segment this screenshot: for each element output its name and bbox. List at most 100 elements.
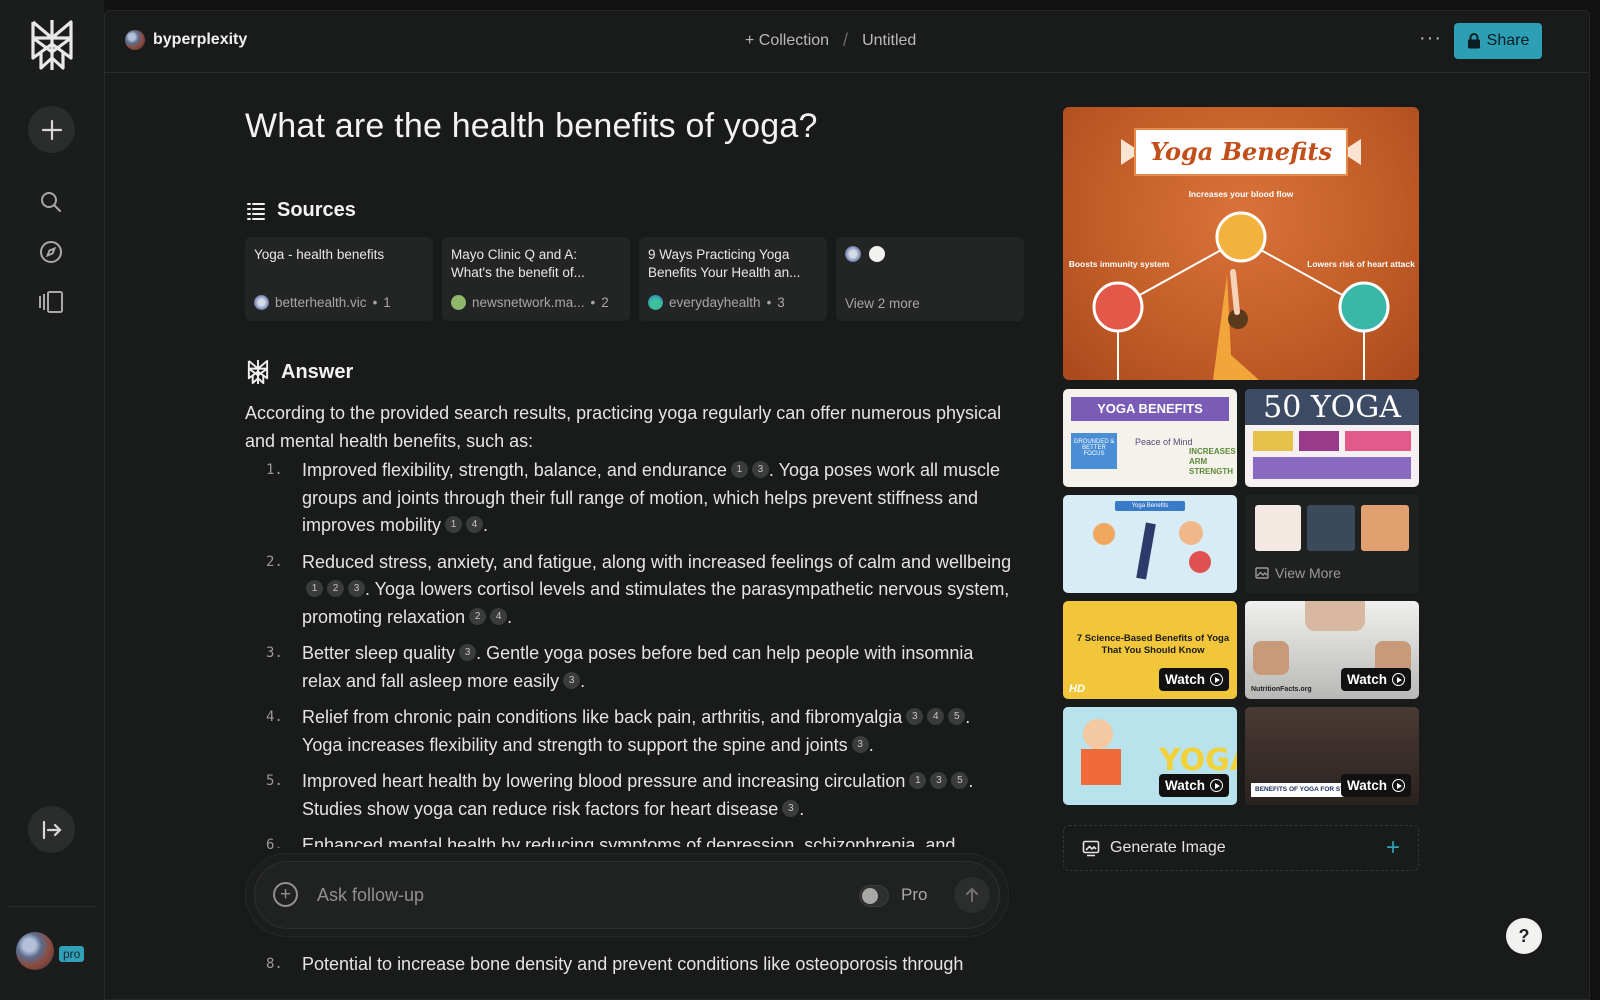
source-card[interactable]: Mayo Clinic Q and A: What's the benefit …	[442, 237, 630, 321]
perplexity-logo-icon[interactable]	[29, 18, 75, 72]
thumbnail-title: Yoga Benefits	[1115, 501, 1185, 511]
list-item: 5. Improved heart health by lowering bloo…	[245, 768, 1015, 823]
citation-badge[interactable]: 3	[459, 644, 477, 662]
generate-image-button[interactable]: Generate Image +	[1063, 825, 1419, 871]
breadcrumb: + Collection / Untitled	[745, 30, 916, 51]
list-item-number: 8.	[266, 956, 283, 972]
list-item: 2. Reduced stress, anxiety, and fatigue, …	[245, 549, 1015, 632]
sources-list-icon	[247, 202, 265, 220]
watch-button[interactable]: Watch	[1341, 668, 1411, 691]
list-item-text: .	[580, 670, 586, 691]
watch-button[interactable]: Watch	[1159, 774, 1229, 797]
citation-badge[interactable]: 3	[930, 772, 948, 790]
list-item-number: 5.	[266, 773, 283, 789]
yoga-benefits-thumbnail[interactable]: YOGA BENEFITS GROUNDED & BETTER FOCUS Pe…	[1063, 389, 1237, 487]
video-title: YOGA	[1159, 743, 1237, 778]
citation-badge[interactable]: 2	[469, 607, 487, 625]
thumbnail-tag: Peace of Mind	[1135, 437, 1193, 447]
expand-sidebar-button[interactable]	[28, 806, 75, 853]
citation-badge[interactable]: 3	[563, 671, 581, 689]
video-thumbnail[interactable]: YOGA Watch	[1063, 707, 1237, 805]
citation-badge[interactable]: 1	[730, 461, 748, 479]
source-title: Mayo Clinic Q and A: What's the benefit …	[451, 247, 585, 280]
thumbnail-title: YOGA BENEFITS	[1071, 397, 1229, 421]
citation-badge[interactable]: 5	[948, 708, 966, 726]
video-thumbnail[interactable]: NutritionFacts.org Watch	[1245, 601, 1419, 699]
list-item-number: 4.	[266, 709, 283, 725]
rail-divider	[8, 906, 96, 907]
answer-content: What are the health benefits of yoga? So…	[245, 107, 1024, 855]
citation-badge[interactable]: 1	[445, 516, 463, 534]
submit-button[interactable]	[954, 877, 990, 913]
follow-up-input[interactable]	[317, 877, 837, 913]
lock-icon	[1467, 33, 1480, 49]
breadcrumb-separator: /	[843, 30, 849, 50]
source-favicon-icon	[869, 246, 885, 262]
view-more-images[interactable]: View More	[1245, 495, 1419, 593]
view-more-label: View More	[1275, 565, 1341, 581]
perplexity-answer-icon	[247, 359, 269, 385]
discover-compass-icon[interactable]	[37, 238, 65, 266]
infographic-label-left: Boosts immunity system	[1069, 259, 1170, 269]
pro-toggle-label: Pro	[901, 885, 928, 904]
new-thread-button[interactable]	[28, 106, 75, 153]
user-profile[interactable]: byperplexity	[125, 30, 247, 50]
list-item-text: Reduced stress, anxiety, and fatigue, al…	[302, 551, 1012, 572]
citation-badge[interactable]: 2	[327, 580, 344, 598]
main-panel: byperplexity + Collection / Untitled ···…	[104, 10, 1590, 1000]
yoga-infographic-thumbnail[interactable]: Yoga Benefits	[1063, 495, 1237, 593]
share-label: Share	[1486, 32, 1530, 49]
stomach-icon	[1092, 281, 1144, 333]
brain-icon	[1215, 211, 1267, 263]
citation-badge[interactable]: 3	[906, 708, 924, 726]
more-options-button[interactable]: ···	[1419, 27, 1442, 50]
list-item-text: Improved heart health by lowering blood …	[302, 771, 906, 791]
pro-toggle[interactable]	[859, 885, 889, 907]
play-icon	[1210, 673, 1223, 686]
add-collection-button[interactable]: + Collection	[745, 32, 829, 50]
citation-badge[interactable]: 4	[490, 607, 508, 625]
video-thumbnail[interactable]: BENEFITS OF YOGA FOR ST Watch	[1245, 707, 1419, 805]
help-button[interactable]: ?	[1506, 918, 1542, 954]
source-domain: newsnetwork.ma...	[472, 295, 585, 310]
watch-button[interactable]: Watch	[1341, 774, 1411, 797]
citation-badge[interactable]: 3	[348, 580, 365, 598]
answer-intro: According to the provided search results…	[245, 403, 1002, 451]
source-index: 2	[601, 295, 609, 310]
answer-heading: Answer	[245, 359, 353, 385]
citation-badge[interactable]: 3	[751, 461, 769, 479]
attach-plus-icon[interactable]: +	[273, 882, 298, 907]
account-menu[interactable]: pro	[16, 932, 90, 972]
answer-heading-label: Answer	[281, 360, 354, 383]
plus-icon	[41, 119, 62, 140]
citation-badge[interactable]: 3	[851, 735, 869, 753]
list-item-number: 2.	[266, 553, 283, 570]
sources-heading: Sources	[245, 199, 356, 222]
citation-badge[interactable]: 1	[909, 772, 927, 790]
library-icon[interactable]	[37, 288, 65, 316]
citation-badge[interactable]: 4	[927, 708, 945, 726]
list-item-text: .	[868, 734, 874, 755]
citation-badge[interactable]: 4	[466, 516, 484, 534]
thumbnail-title: 50 YOGA	[1245, 389, 1419, 425]
query-title: What are the health benefits of yoga?	[245, 107, 818, 145]
source-favicon-icon	[845, 246, 861, 262]
share-button[interactable]: Share	[1454, 23, 1542, 59]
fifty-benefits-thumbnail[interactable]: 50 YOGA	[1245, 389, 1419, 487]
view-more-sources-card[interactable]: View 2 more	[836, 237, 1024, 321]
citation-badge[interactable]: 1	[306, 580, 323, 598]
search-icon[interactable]	[37, 188, 65, 216]
source-card[interactable]: Yoga - health benefits betterhealth.vic …	[245, 237, 433, 321]
infographic-label-top: Increases your blood flow	[1189, 189, 1294, 199]
citation-badge[interactable]: 5	[951, 772, 969, 790]
source-card[interactable]: 9 Ways Practicing Yoga Benefits Your Hea…	[639, 237, 827, 321]
list-item: 4. Relief from chronic pain conditions li…	[245, 704, 1015, 759]
page-title[interactable]: Untitled	[862, 32, 916, 50]
video-thumbnail[interactable]: 7 Science-Based Benefits of Yoga That Yo…	[1063, 601, 1237, 699]
yoga-benefits-image[interactable]: Yoga Benefits Increases your blood flow …	[1063, 107, 1419, 380]
arrow-right-to-line-icon	[42, 820, 62, 839]
citation-badge[interactable]: 3	[782, 799, 800, 817]
play-icon	[1392, 779, 1405, 792]
list-item: 1. Improved flexibility, strength, balanc…	[245, 457, 1015, 540]
watch-button[interactable]: Watch	[1159, 668, 1229, 691]
